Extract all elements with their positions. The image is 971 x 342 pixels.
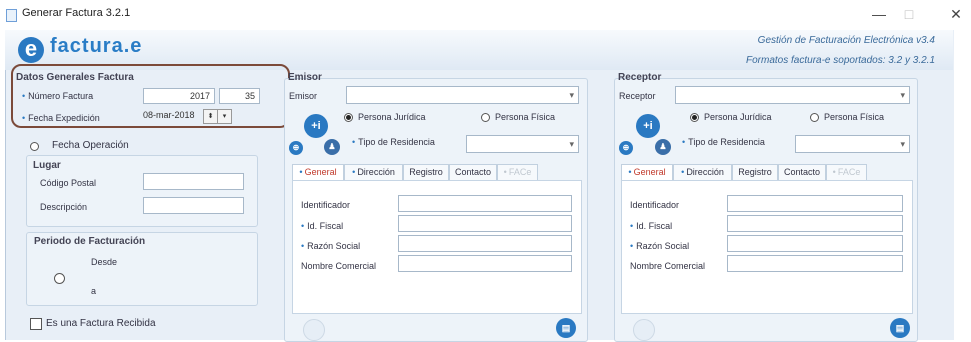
emisor-razon-label: • Razón Social [301, 241, 361, 251]
close-button[interactable]: ✕ [944, 4, 968, 24]
receptor-residencia-label: • Tipo de Residencia [682, 137, 765, 147]
receptor-tab-direccion[interactable]: • Dirección [673, 164, 732, 180]
highlight-box [11, 64, 290, 128]
title-bar: Generar Factura 3.2.1 — □ ✕ [0, 0, 971, 30]
receptor-tab-contacto[interactable]: Contacto [778, 164, 826, 180]
emisor-idfiscal-label: • Id. Fiscal [301, 221, 344, 231]
add-receptor-icon[interactable]: +i [636, 114, 660, 138]
app-icon [6, 9, 17, 22]
add-emisor-icon[interactable]: +i [304, 114, 328, 138]
emisor-tab-contacto[interactable]: Contacto [449, 164, 497, 180]
emisor-select-label: Emisor [289, 91, 318, 101]
codigo-postal-input[interactable] [143, 173, 244, 190]
descripcion-input[interactable] [143, 197, 244, 214]
emisor-select[interactable]: ▾ [346, 86, 579, 104]
receptor-fisica-label: Persona Física [824, 112, 885, 122]
emisor-fisica-label: Persona Física [495, 112, 556, 122]
receptor-identificador-input[interactable] [727, 195, 903, 212]
receptor-disabled-action-icon [633, 319, 655, 341]
receptor-juridica-radio[interactable] [690, 113, 699, 122]
desde-label: Desde [91, 257, 118, 267]
header-formats: Formatos factura-e soportados: 3.2 y 3.2… [746, 55, 935, 66]
emisor-identificador-label: Identificador [301, 200, 351, 210]
emisor-idfiscal-input[interactable] [398, 215, 572, 232]
receptor-fisica-radio[interactable] [810, 113, 819, 122]
emisor-juridica-label: Persona Jurídica [358, 112, 426, 122]
emisor-fisica-radio[interactable] [481, 113, 490, 122]
receptor-juridica-label: Persona Jurídica [704, 112, 772, 122]
maximize-button[interactable]: □ [897, 4, 921, 24]
receptor-tab-face: • FACe [826, 164, 867, 180]
emisor-identificador-input[interactable] [398, 195, 572, 212]
receptor-tab-registro[interactable]: Registro [732, 164, 778, 180]
emisor-comercial-label: Nombre Comercial [301, 261, 377, 271]
receptor-comercial-input[interactable] [727, 255, 903, 272]
receptor-title: Receptor [618, 72, 662, 83]
descripcion-label: Descripción [40, 202, 88, 212]
periodo-title: Periodo de Facturación [34, 236, 146, 247]
emisor-tab-registro[interactable]: Registro [403, 164, 449, 180]
receptor-select-label: Receptor [619, 91, 656, 101]
emisor-residencia-label: • Tipo de Residencia [352, 137, 435, 147]
emisor-residencia-select[interactable]: ▾ [466, 135, 579, 153]
receptor-comercial-label: Nombre Comercial [630, 261, 706, 271]
receptor-info-icon[interactable]: ⊕ [619, 141, 633, 155]
receptor-razon-input[interactable] [727, 235, 903, 252]
emisor-disabled-action-icon [303, 319, 325, 341]
minimize-button[interactable]: — [867, 4, 891, 24]
factura-recibida-checkbox[interactable] [30, 318, 42, 330]
receptor-razon-label: • Razón Social [630, 241, 690, 251]
logo-icon: e [18, 37, 44, 63]
emisor-people-icon[interactable]: ♟ [324, 139, 340, 155]
emisor-comercial-input[interactable] [398, 255, 572, 272]
periodo-radio[interactable] [54, 273, 65, 284]
emisor-razon-input[interactable] [398, 235, 572, 252]
emisor-title: Emisor [288, 72, 322, 83]
header-version: Gestión de Facturación Electrónica v3.4 [757, 35, 935, 46]
receptor-select[interactable]: ▾ [675, 86, 910, 104]
receptor-idfiscal-input[interactable] [727, 215, 903, 232]
receptor-identificador-label: Identificador [630, 200, 680, 210]
fecha-operacion-label: Fecha Operación [52, 140, 129, 151]
factura-recibida-label: Es una Factura Recibida [46, 318, 156, 329]
lugar-title: Lugar [33, 160, 61, 171]
emisor-tab-general[interactable]: • General [292, 164, 344, 180]
window-title: Generar Factura 3.2.1 [22, 7, 131, 19]
receptor-save-icon[interactable]: ▤ [890, 318, 910, 338]
receptor-people-icon[interactable]: ♟ [655, 139, 671, 155]
receptor-tab-general[interactable]: • General [621, 164, 673, 180]
a-label: a [91, 286, 97, 296]
fecha-operacion-radio[interactable] [30, 142, 39, 151]
logo-text: factura.e [50, 35, 143, 57]
emisor-info-icon[interactable]: ⊕ [289, 141, 303, 155]
codigo-postal-label: Código Postal [40, 178, 97, 188]
emisor-tab-face: • FACe [497, 164, 538, 180]
receptor-idfiscal-label: • Id. Fiscal [630, 221, 673, 231]
emisor-save-icon[interactable]: ▤ [556, 318, 576, 338]
emisor-tab-direccion[interactable]: • Dirección [344, 164, 403, 180]
receptor-residencia-select[interactable]: ▾ [795, 135, 910, 153]
emisor-juridica-radio[interactable] [344, 113, 353, 122]
